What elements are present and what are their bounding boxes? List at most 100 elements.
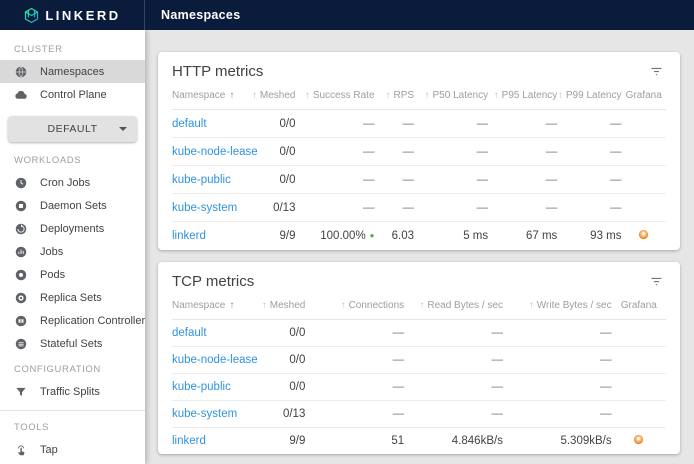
cell-grafana [612, 373, 666, 400]
cell-rps: — [375, 166, 415, 194]
sort-arrow-icon: ↑ [341, 300, 346, 311]
cell-p95-latency: — [488, 194, 557, 222]
namespace-link[interactable]: kube-node-lease [172, 354, 258, 366]
column-header-connections[interactable]: ↑Connections [305, 296, 404, 320]
grafana-icon[interactable] [632, 433, 645, 446]
sidebar-section-tools: TOOLSTapTop [0, 410, 145, 464]
stateful-sets-icon [14, 337, 28, 351]
namespace-link[interactable]: default [172, 118, 207, 130]
cell-grafana [622, 222, 667, 250]
cell-namespace: kube-system [172, 400, 256, 427]
cell-grafana [622, 110, 667, 138]
column-label: P50 Latency [433, 90, 489, 101]
linkerd-logo-icon [23, 7, 40, 24]
namespace-link[interactable]: default [172, 327, 207, 339]
cell-success-rate: — [295, 110, 374, 138]
table-row-linkerd: linkerd9/9100.00%●6.035 ms67 ms93 ms [172, 222, 666, 250]
cell-grafana [622, 194, 667, 222]
column-header-read-bytes-sec[interactable]: ↑Read Bytes / sec [404, 296, 503, 320]
daemon-sets-icon [14, 199, 28, 213]
cell-success-rate: — [295, 138, 374, 166]
namespace-link[interactable]: kube-system [172, 202, 237, 214]
sidebar-item-tap[interactable]: Tap [0, 438, 145, 461]
column-label: P99 Latency [566, 90, 622, 101]
namespace-selector[interactable]: DEFAULT [8, 116, 137, 142]
traffic-splits-icon [14, 385, 28, 399]
cell-meshed: 0/0 [256, 346, 305, 373]
sidebar-item-daemon-sets[interactable]: Daemon Sets [0, 194, 145, 217]
cell-grafana [612, 346, 666, 373]
empty-value-dash: — [403, 118, 415, 130]
empty-value-dash: — [610, 174, 622, 186]
column-header-p95-latency[interactable]: ↑P95 Latency [488, 86, 557, 110]
sidebar-item-pods[interactable]: Pods [0, 263, 145, 286]
top-bar: LINKERD Namespaces [0, 0, 694, 30]
column-header-p50-latency[interactable]: ↑P50 Latency [414, 86, 488, 110]
namespace-link[interactable]: kube-public [172, 174, 231, 186]
column-header-namespace[interactable]: Namespace↑ [172, 296, 256, 320]
tcp-card-header: TCP metrics [158, 262, 680, 296]
sidebar-section-configuration: CONFIGURATIONTraffic Splits [0, 355, 145, 403]
sidebar-item-control-plane[interactable]: Control Plane [0, 83, 145, 106]
cell-p50-latency: — [414, 166, 488, 194]
column-header-write-bytes-sec[interactable]: ↑Write Bytes / sec [503, 296, 612, 320]
filter-list-icon[interactable] [647, 272, 666, 291]
column-label: Meshed [260, 90, 296, 101]
cell-success-rate: 100.00%● [295, 222, 374, 250]
sidebar-item-stateful-sets[interactable]: Stateful Sets [0, 332, 145, 355]
grafana-icon[interactable] [637, 228, 650, 241]
table-header-row: Namespace↑↑Meshed↑Connections↑Read Bytes… [172, 296, 666, 320]
sidebar-item-namespaces[interactable]: Namespaces [0, 60, 145, 83]
namespace-link[interactable]: linkerd [172, 230, 206, 242]
column-label: Success Rate [313, 90, 375, 101]
sidebar-item-traffic-splits[interactable]: Traffic Splits [0, 380, 145, 403]
column-header-namespace[interactable]: Namespace↑ [172, 86, 251, 110]
namespace-link[interactable]: kube-public [172, 381, 231, 393]
cell-p99-latency: — [557, 110, 621, 138]
cell-connections: — [305, 346, 404, 373]
column-header-success-rate[interactable]: ↑Success Rate [295, 86, 374, 110]
sidebar-item-label: Control Plane [40, 89, 107, 101]
empty-value-dash: — [403, 174, 415, 186]
sidebar-item-label: Replication Controllers [40, 315, 145, 327]
table-row-kube-node-lease: kube-node-lease0/0————— [172, 138, 666, 166]
replication-controllers-icon [14, 314, 28, 328]
cell-namespace: kube-public [172, 373, 256, 400]
cell-meshed: 0/13 [251, 194, 295, 222]
cell-namespace: default [172, 319, 256, 346]
namespace-link[interactable]: kube-system [172, 408, 237, 420]
page-title: Namespaces [145, 0, 240, 30]
sidebar-item-jobs[interactable]: Jobs [0, 240, 145, 263]
cell-read-bytes-sec: — [404, 319, 503, 346]
namespace-link[interactable]: kube-node-lease [172, 146, 258, 158]
sidebar-item-label: Stateful Sets [40, 338, 102, 350]
sidebar-item-deployments[interactable]: Deployments [0, 217, 145, 240]
column-header-meshed[interactable]: ↑Meshed [256, 296, 305, 320]
cell-p50-latency: — [414, 110, 488, 138]
cell-connections: — [305, 400, 404, 427]
cell-rps: — [375, 110, 415, 138]
filter-list-icon[interactable] [647, 62, 666, 81]
cell-connections: — [305, 373, 404, 400]
column-header-meshed[interactable]: ↑Meshed [251, 86, 295, 110]
table-row-linkerd: linkerd9/9514.846kB/s5.309kB/s [172, 427, 666, 454]
column-header-rps[interactable]: ↑RPS [375, 86, 415, 110]
brand-home-link[interactable]: LINKERD [0, 0, 145, 30]
sidebar-item-replication-controllers[interactable]: Replication Controllers [0, 309, 145, 332]
cell-namespace: default [172, 110, 251, 138]
table-row-kube-system: kube-system0/13——— [172, 400, 666, 427]
cell-read-bytes-sec: — [404, 346, 503, 373]
empty-value-dash: — [393, 327, 405, 339]
caret-down-icon [119, 127, 127, 131]
namespaces-icon [14, 65, 28, 79]
namespace-link[interactable]: linkerd [172, 435, 206, 447]
sidebar-item-replica-sets[interactable]: Replica Sets [0, 286, 145, 309]
cell-read-bytes-sec: — [404, 400, 503, 427]
column-header-grafana: Grafana [622, 86, 667, 110]
cell-rps: — [375, 138, 415, 166]
app-body: CLUSTERNamespacesControl Plane DEFAULT W… [0, 30, 694, 464]
column-header-p99-latency[interactable]: ↑P99 Latency [557, 86, 621, 110]
success-status-dot: ● [370, 231, 375, 240]
cell-meshed: 0/0 [256, 373, 305, 400]
sidebar-item-cron-jobs[interactable]: Cron Jobs [0, 171, 145, 194]
